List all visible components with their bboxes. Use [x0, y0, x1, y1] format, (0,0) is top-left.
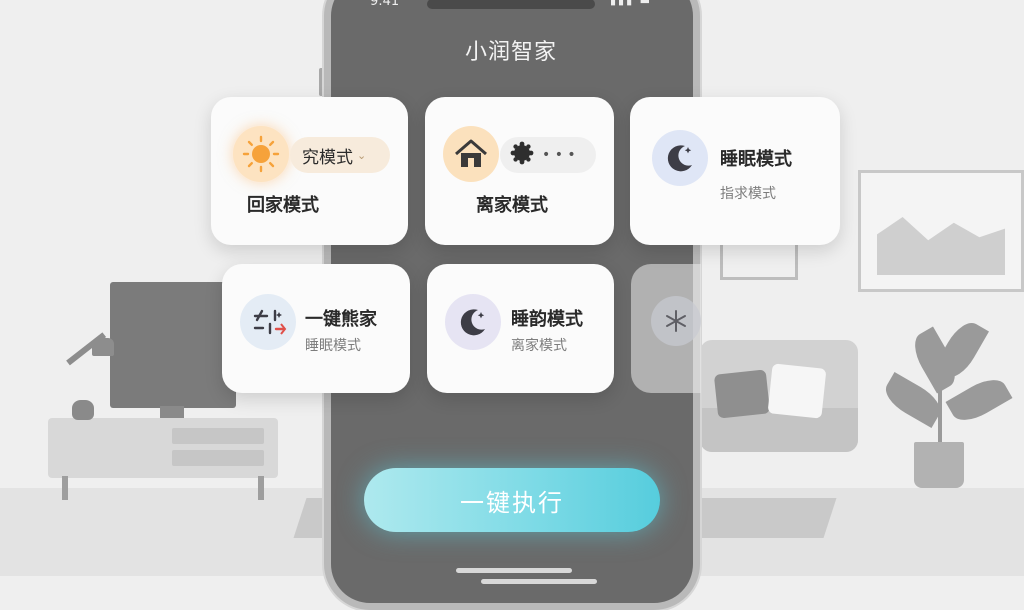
- mode-card-title: 回家模式: [247, 195, 319, 216]
- mode-card-subtitle: 指求模式: [720, 186, 776, 202]
- mode-dropdown-label: 究模式: [302, 147, 353, 168]
- cabinet-leg: [258, 476, 264, 500]
- mode-card-title: 离家模式: [476, 195, 548, 216]
- cabinet-drawer: [172, 450, 264, 466]
- more-dots-icon: • • •: [542, 147, 576, 163]
- tv-cabinet: [48, 418, 278, 500]
- home-indicator-bottom: [456, 568, 572, 573]
- television: [110, 282, 236, 408]
- moon-icon: [445, 294, 501, 350]
- gear-icon: [510, 141, 534, 169]
- mode-card-title: 睡韵模式: [511, 309, 583, 330]
- mode-card-subtitle: 离家模式: [511, 338, 567, 354]
- mode-card-title: 睡眠模式: [720, 149, 792, 170]
- wall-picture-frame: [858, 170, 1024, 292]
- sliders-icon: [240, 294, 296, 350]
- status-icons: ▮▮▮ ▬: [610, 0, 653, 7]
- more-options-pill[interactable]: • • •: [500, 137, 596, 173]
- moon-icon: [652, 130, 708, 186]
- lamp-head: [92, 338, 114, 356]
- execute-button[interactable]: 一键执行: [364, 468, 660, 532]
- mode-card-title: 一键熊家: [305, 309, 377, 330]
- vase: [72, 400, 94, 420]
- plant-leaf: [945, 372, 1013, 428]
- sparkle-icon: [651, 296, 701, 346]
- status-time: 9:41: [370, 0, 400, 9]
- cabinet-leg: [62, 476, 68, 500]
- mode-dropdown[interactable]: 究模式 ⌄: [290, 137, 390, 173]
- small-picture-frame: [720, 240, 798, 280]
- house-icon: [443, 126, 499, 182]
- phone-notch: [427, 0, 595, 9]
- page-title: 小润智家: [464, 40, 557, 65]
- plant-pot: [914, 442, 964, 488]
- chevron-down-icon: ⌄: [357, 148, 367, 162]
- sofa-pillow: [713, 369, 771, 419]
- sofa-pillow: [767, 363, 827, 419]
- sun-icon: [233, 126, 289, 182]
- mode-card-subtitle: 睡眠模式: [305, 338, 361, 354]
- cabinet-drawer: [172, 428, 264, 444]
- home-indicator: [481, 579, 597, 584]
